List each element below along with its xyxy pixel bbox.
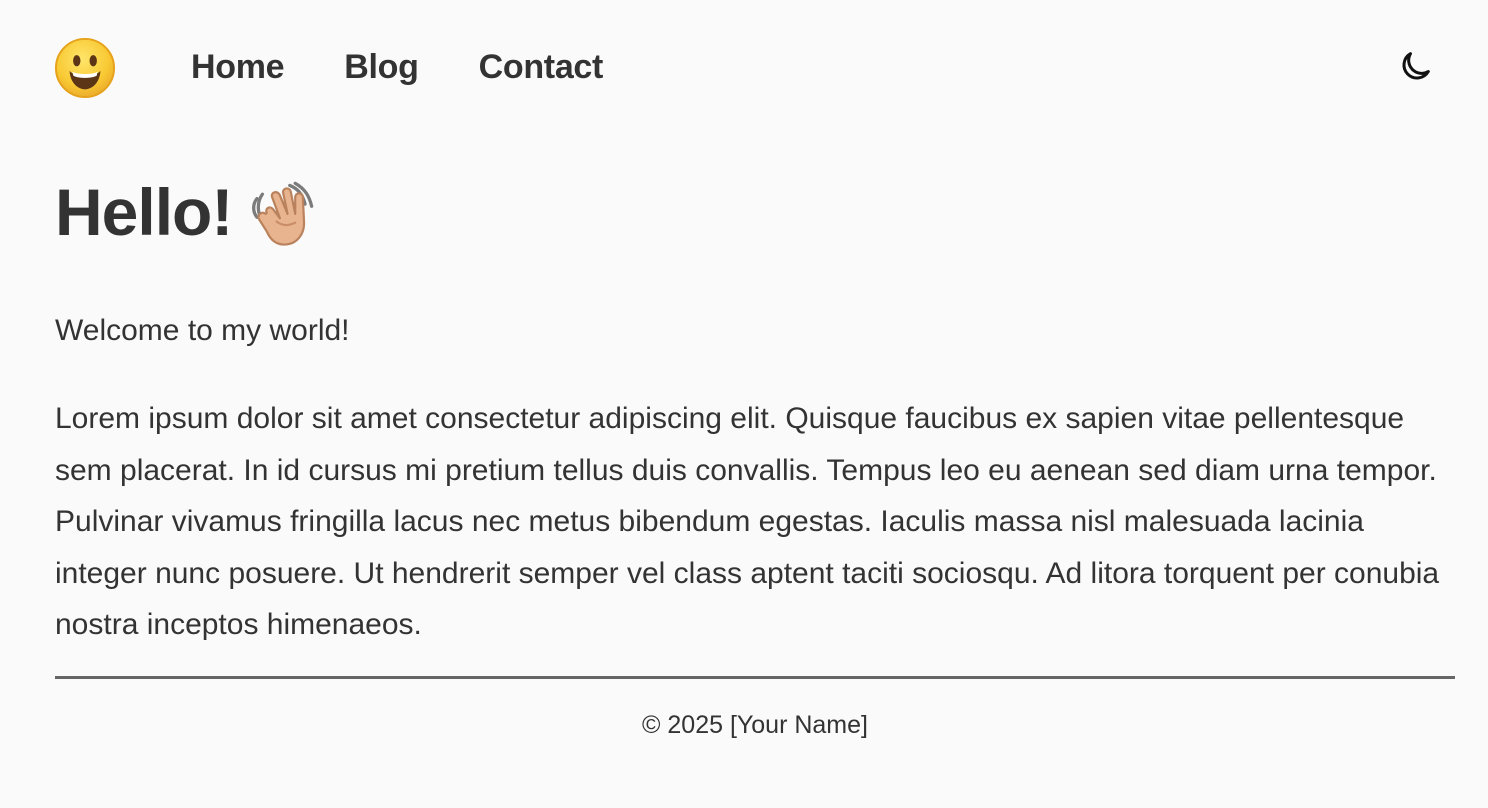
waving-hand-emoji-icon	[252, 181, 314, 246]
main-content: Hello! Welcome to my world! Lorem ipsum …	[55, 170, 1455, 641]
page-title: Hello!	[55, 170, 1455, 254]
site-footer: © 2025 [Your Name]	[55, 707, 1455, 743]
site-header: Home Blog Contact	[0, 0, 1488, 134]
footer-divider	[55, 676, 1455, 679]
main-navigation: Home Blog Contact	[191, 44, 603, 90]
page-title-text: Hello!	[55, 175, 233, 249]
welcome-text: Welcome to my world!	[55, 314, 350, 347]
intro-paragraph: Lorem ipsum dolor sit amet consectetur a…	[55, 402, 1440, 641]
nav-blog-link[interactable]: Blog	[344, 44, 419, 90]
nav-contact-link[interactable]: Contact	[479, 44, 604, 90]
moon-icon	[1402, 52, 1430, 80]
grinning-face-emoji-icon[interactable]	[54, 37, 116, 99]
nav-home-link[interactable]: Home	[191, 44, 285, 90]
theme-toggle-button[interactable]	[1395, 45, 1437, 87]
copyright-text: © 2025 [Your Name]	[642, 711, 868, 739]
